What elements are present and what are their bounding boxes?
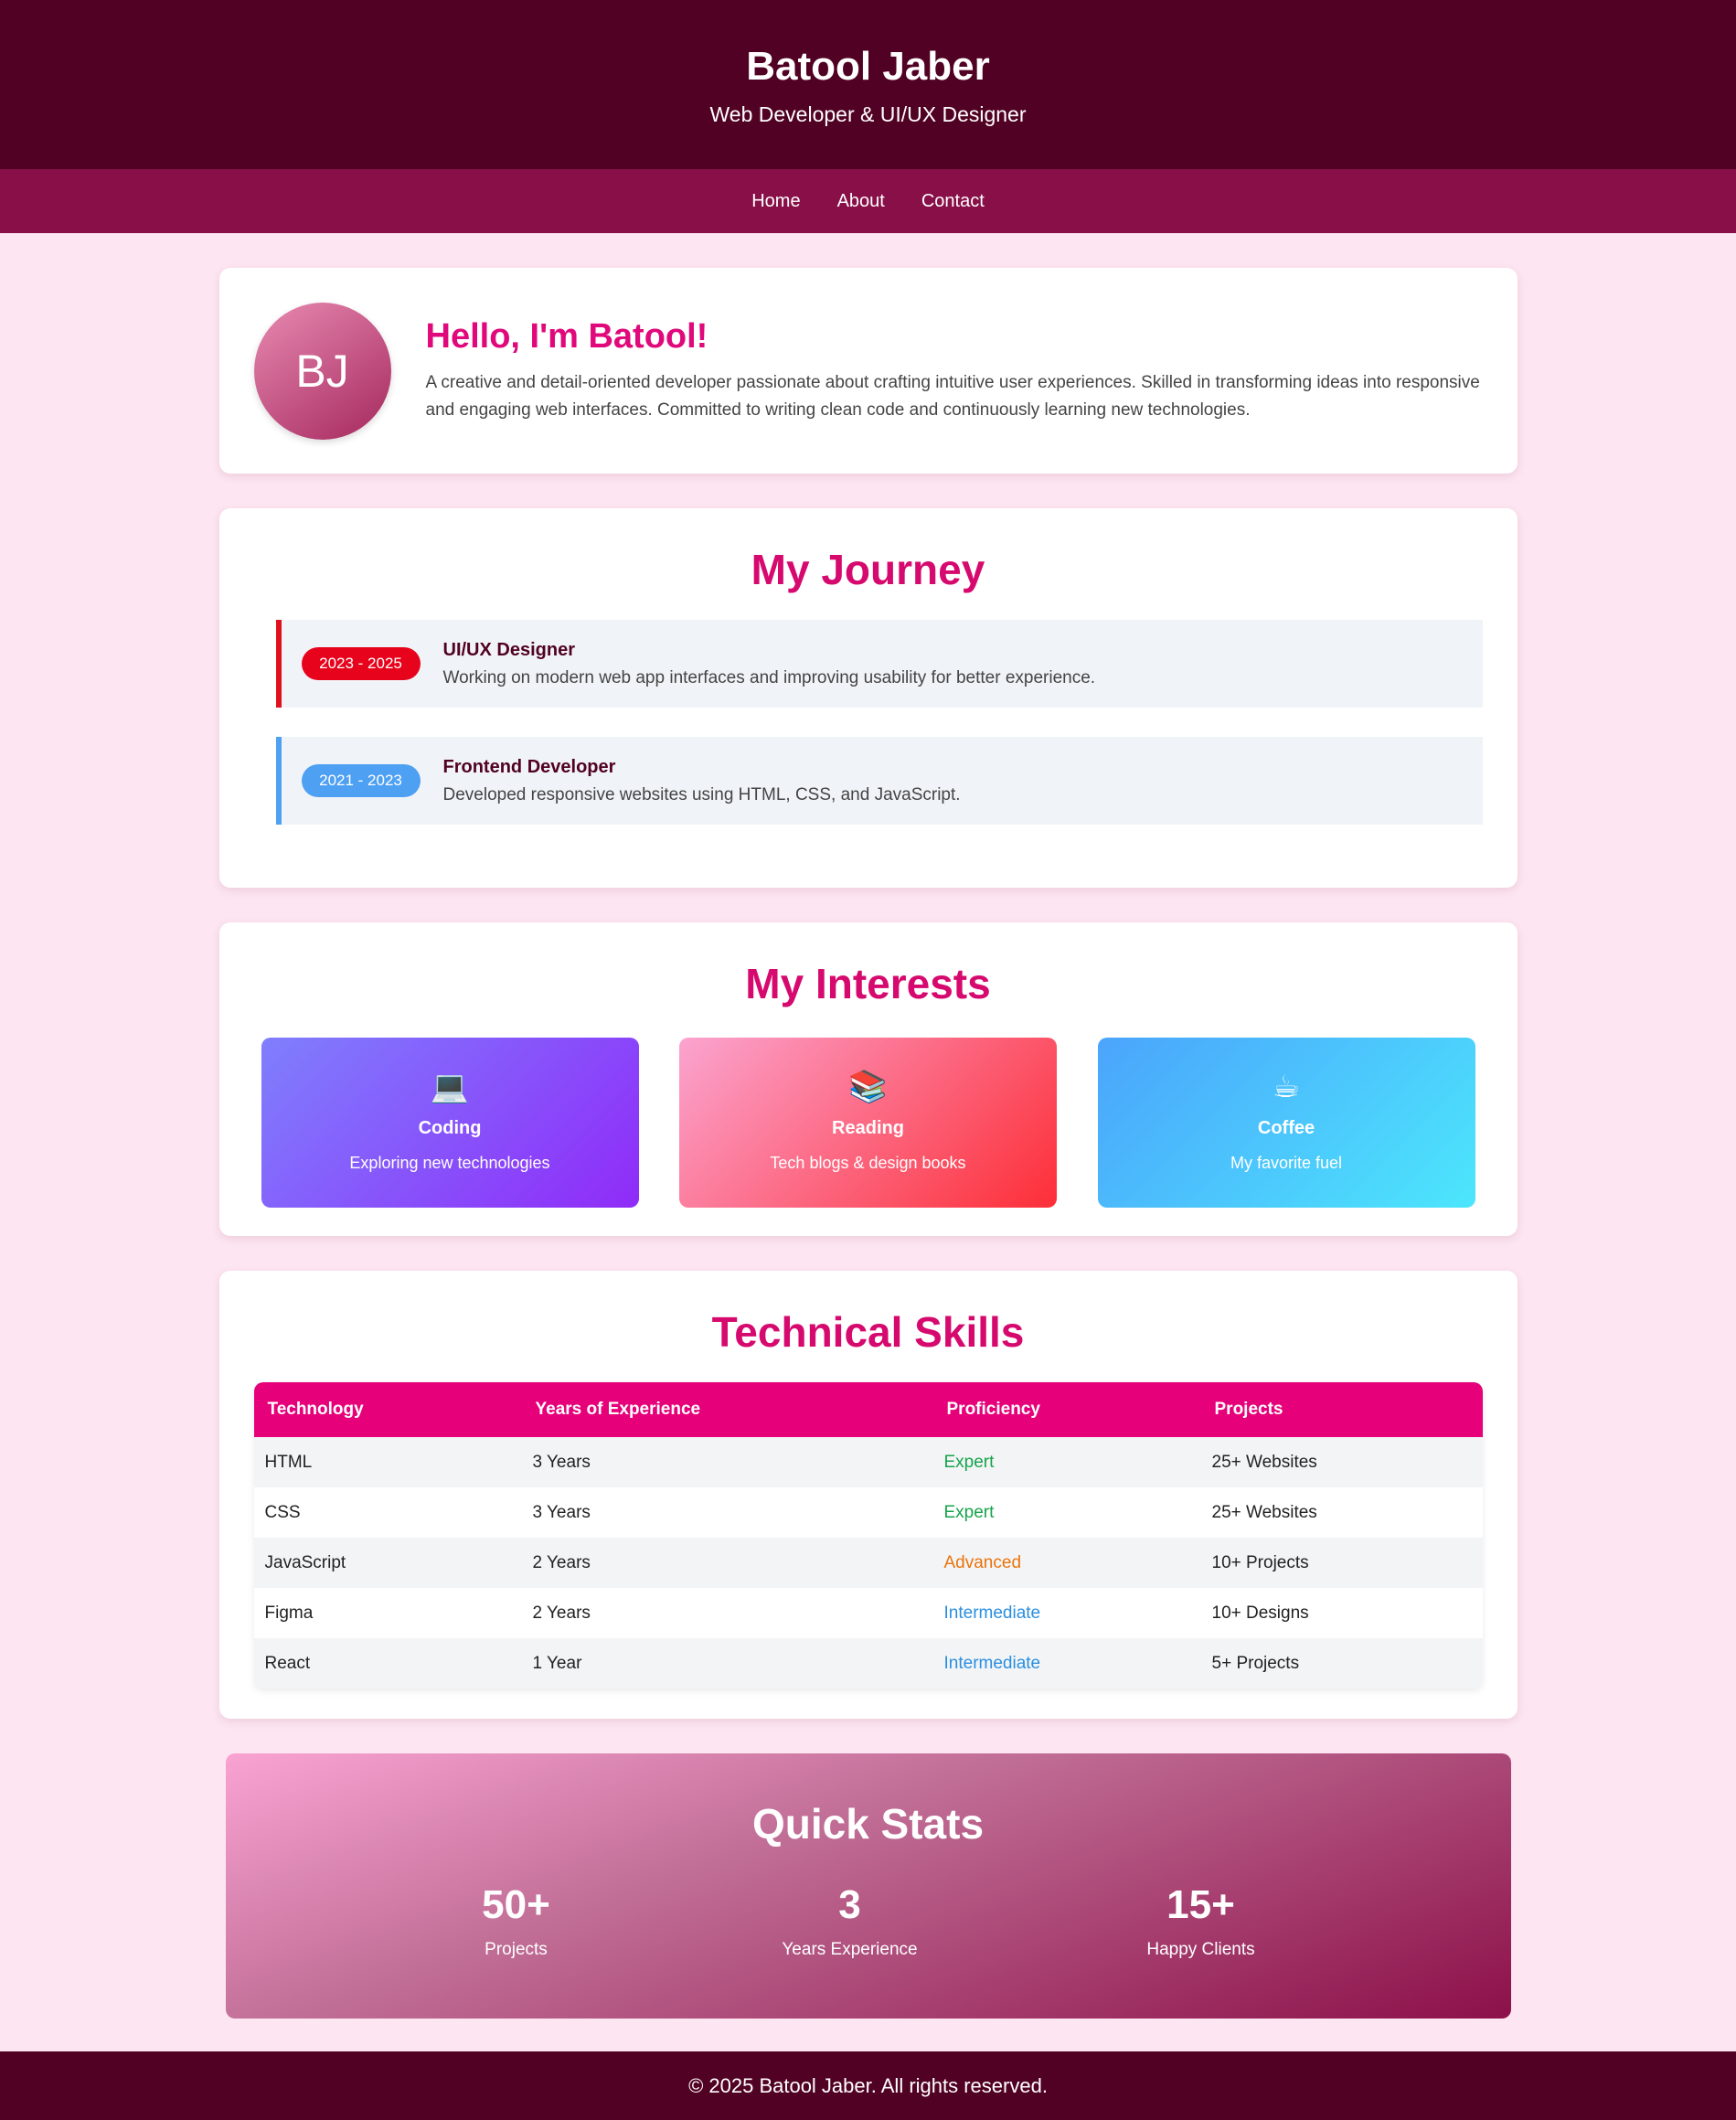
column-header: Projects xyxy=(1200,1382,1483,1437)
timeline-description: Developed responsive websites using HTML… xyxy=(442,784,961,804)
table-cell: 5+ Projects xyxy=(1200,1638,1483,1689)
avatar: BJ xyxy=(253,302,391,440)
stat-label: Projects xyxy=(485,1940,548,1959)
table-row: React 1 Year Intermediate 5+ Projects xyxy=(253,1638,1483,1689)
timeline-item: 2021 - 2023 Frontend Developer Developed… xyxy=(275,737,1483,825)
proficiency-cell: Expert xyxy=(932,1487,1201,1538)
about-bio: A creative and detail-oriented developer… xyxy=(425,373,1480,420)
coffee-icon: ☕ xyxy=(1272,1070,1301,1104)
stat-value: 50+ xyxy=(482,1882,550,1927)
stats-row: 50+ Projects 3 Years Experience 15+ Happ… xyxy=(226,1881,1511,1991)
column-header: Proficiency xyxy=(932,1382,1201,1437)
laptop-icon: 💻 xyxy=(430,1070,470,1104)
journey-title: My Journey xyxy=(751,546,985,593)
table-cell: 25+ Websites xyxy=(1200,1487,1483,1538)
interest-card-coding: 💻 Coding Exploring new technologies xyxy=(261,1038,639,1208)
table-cell: CSS xyxy=(253,1487,522,1538)
nav-about-link[interactable]: About xyxy=(837,191,885,212)
timeline-description: Working on modern web app interfaces and… xyxy=(442,667,1096,687)
skills-section: Technical Skills Technology Years of Exp… xyxy=(218,1271,1518,1719)
table-cell: 10+ Projects xyxy=(1200,1538,1483,1588)
table-cell: 2 Years xyxy=(521,1588,933,1638)
timeline-role: Frontend Developer xyxy=(442,756,616,777)
timeline-item: 2023 - 2025 UI/UX Designer Working on mo… xyxy=(275,620,1483,708)
interest-title: Reading xyxy=(832,1118,904,1138)
stat-label: Years Experience xyxy=(782,1940,918,1959)
table-row: HTML 3 Years Expert 25+ Websites xyxy=(253,1437,1483,1487)
main-nav: Home About Contact xyxy=(0,169,1736,233)
interest-title: Coding xyxy=(418,1118,482,1138)
nav-home-link[interactable]: Home xyxy=(751,191,800,212)
table-header-row: Technology Years of Experience Proficien… xyxy=(253,1382,1483,1437)
table-row: CSS 3 Years Expert 25+ Websites xyxy=(253,1487,1483,1538)
copyright-text: © 2025 Batool Jaber. All rights reserved… xyxy=(688,2073,1048,2097)
table-cell: React xyxy=(253,1638,522,1689)
proficiency-cell: Expert xyxy=(932,1437,1201,1487)
interests-section: My Interests 💻 Coding Exploring new tech… xyxy=(218,922,1518,1236)
about-text: Hello, I'm Batool! A creative and detail… xyxy=(426,317,1483,424)
site-title: Batool Jaber xyxy=(746,44,990,89)
site-header: Batool Jaber Web Developer & UI/UX Desig… xyxy=(0,0,1736,169)
nav-contact-link[interactable]: Contact xyxy=(921,191,985,212)
table-cell: 10+ Designs xyxy=(1200,1588,1483,1638)
main-content: BJ Hello, I'm Batool! A creative and det… xyxy=(218,268,1518,2019)
table-cell: HTML xyxy=(253,1437,522,1487)
skills-table: Technology Years of Experience Proficien… xyxy=(253,1382,1483,1689)
proficiency-cell: Intermediate xyxy=(932,1638,1201,1689)
interest-card-reading: 📚 Reading Tech blogs & design books xyxy=(679,1038,1057,1208)
stat-value: 15+ xyxy=(1166,1882,1235,1927)
table-cell: 3 Years xyxy=(521,1437,933,1487)
column-header: Technology xyxy=(253,1382,522,1437)
interest-card-coffee: ☕ Coffee My favorite fuel xyxy=(1097,1038,1475,1208)
interest-title: Coffee xyxy=(1257,1118,1315,1138)
timeline-text: UI/UX Designer Working on modern web app… xyxy=(443,640,1096,688)
proficiency-cell: Advanced xyxy=(932,1538,1201,1588)
table-cell: 3 Years xyxy=(521,1487,933,1538)
interest-subtitle: Tech blogs & design books xyxy=(770,1154,966,1172)
proficiency-cell: Intermediate xyxy=(932,1588,1201,1638)
period-badge: 2023 - 2025 xyxy=(301,647,421,680)
skills-title: Technical Skills xyxy=(711,1308,1025,1356)
site-footer: © 2025 Batool Jaber. All rights reserved… xyxy=(0,2051,1736,2120)
stats-section: Quick Stats 50+ Projects 3 Years Experie… xyxy=(225,1753,1511,2019)
table-cell: 2 Years xyxy=(521,1538,933,1588)
interest-subtitle: Exploring new technologies xyxy=(349,1154,550,1172)
table-cell: JavaScript xyxy=(253,1538,522,1588)
stat-clients: 15+ Happy Clients xyxy=(1092,1881,1311,1960)
stat-value: 3 xyxy=(838,1882,861,1927)
timeline-text: Frontend Developer Developed responsive … xyxy=(443,757,961,805)
stat-years: 3 Years Experience xyxy=(740,1881,960,1960)
period-badge: 2021 - 2023 xyxy=(301,764,421,797)
table-cell: Figma xyxy=(253,1588,522,1638)
books-icon: 📚 xyxy=(848,1070,888,1104)
stat-projects: 50+ Projects xyxy=(407,1881,626,1960)
about-greeting: Hello, I'm Batool! xyxy=(425,317,708,356)
timeline-role: UI/UX Designer xyxy=(442,639,575,660)
interest-subtitle: My favorite fuel xyxy=(1230,1154,1343,1172)
site-tagline: Web Developer & UI/UX Designer xyxy=(709,102,1027,126)
interests-title: My Interests xyxy=(745,960,991,1007)
stat-label: Happy Clients xyxy=(1146,1940,1255,1959)
table-row: JavaScript 2 Years Advanced 10+ Projects xyxy=(253,1538,1483,1588)
journey-section: My Journey 2023 - 2025 UI/UX Designer Wo… xyxy=(218,508,1518,888)
table-cell: 25+ Websites xyxy=(1200,1437,1483,1487)
about-section: BJ Hello, I'm Batool! A creative and det… xyxy=(218,268,1518,474)
interest-grid: 💻 Coding Exploring new technologies 📚 Re… xyxy=(261,1038,1475,1208)
table-row: Figma 2 Years Intermediate 10+ Designs xyxy=(253,1588,1483,1638)
stats-title: Quick Stats xyxy=(751,1800,985,1848)
table-cell: 1 Year xyxy=(521,1638,933,1689)
column-header: Years of Experience xyxy=(521,1382,933,1437)
